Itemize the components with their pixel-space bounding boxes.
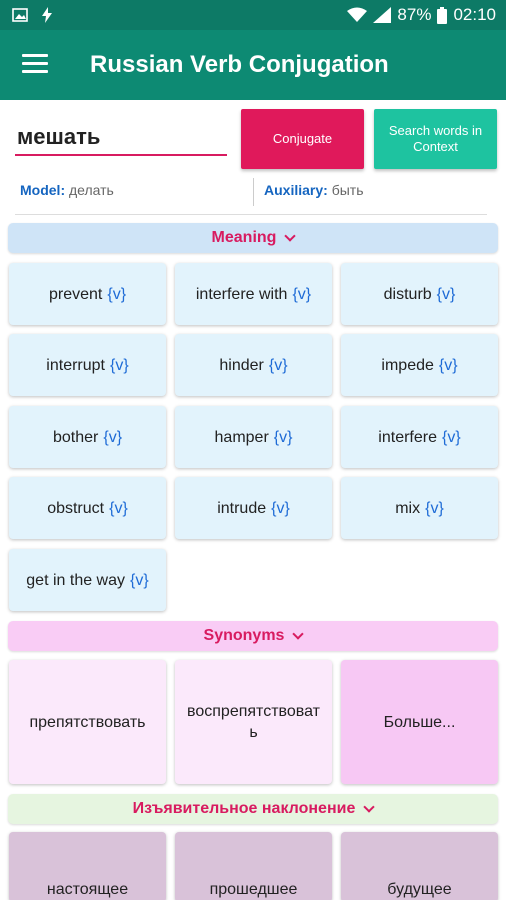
app-title: Russian Verb Conjugation bbox=[90, 51, 389, 78]
clock: 02:10 bbox=[453, 5, 496, 24]
meaning-item[interactable]: prevent {v} bbox=[9, 263, 166, 325]
meaning-item[interactable]: impede {v} bbox=[341, 334, 498, 396]
model-label: Model: bbox=[20, 182, 66, 198]
verb-tag: {v} bbox=[271, 499, 290, 517]
meaning-word: intrude bbox=[217, 499, 267, 517]
tense-label: прошедшее bbox=[209, 881, 298, 898]
indicative-section-header[interactable]: Изъявительное наклонение bbox=[8, 794, 498, 824]
meaning-item[interactable]: hinder {v} bbox=[175, 334, 332, 396]
indicative-header-label: Изъявительное наклонение bbox=[132, 800, 356, 817]
image-notification-icon bbox=[12, 8, 28, 22]
synonym-item[interactable]: препятствовать bbox=[9, 660, 166, 784]
notification-icons bbox=[12, 7, 52, 23]
meaning-word: hinder bbox=[219, 356, 264, 374]
meaning-item[interactable]: interfere {v} bbox=[341, 406, 498, 468]
verb-tag: {v} bbox=[273, 428, 293, 446]
verb-tag: {v} bbox=[110, 356, 129, 374]
auxiliary-value: быть bbox=[331, 182, 364, 198]
verb-tag: {v} bbox=[436, 285, 456, 303]
meaning-item[interactable]: hamper {v} bbox=[175, 406, 332, 468]
wifi-icon bbox=[347, 7, 368, 22]
signal-icon bbox=[373, 7, 392, 23]
meaning-word: interfere with bbox=[195, 285, 288, 303]
verb-tag: {v} bbox=[107, 285, 127, 303]
synonyms-header-label: Synonyms bbox=[203, 627, 285, 644]
verb-tag: {v} bbox=[438, 356, 458, 374]
verb-tag: {v} bbox=[442, 428, 461, 446]
auxiliary-label: Auxiliary: bbox=[264, 182, 328, 198]
chevron-down-icon bbox=[284, 229, 297, 242]
model-value: делать bbox=[69, 182, 114, 198]
meaning-item[interactable]: disturb {v} bbox=[341, 263, 498, 325]
synonym-word: воспрепятствовать bbox=[187, 703, 320, 741]
tense-label: настоящее bbox=[46, 881, 129, 898]
verb-tag: {v} bbox=[425, 499, 444, 517]
meaning-item[interactable]: get in the way {v} bbox=[9, 549, 166, 611]
meaning-word: interrupt bbox=[46, 356, 105, 374]
divider bbox=[15, 214, 487, 215]
verb-tag: {v} bbox=[109, 499, 128, 517]
chevron-down-icon bbox=[292, 627, 305, 640]
verb-tag: {v} bbox=[130, 571, 149, 589]
meaning-word: impede bbox=[381, 356, 434, 374]
meaning-word: prevent bbox=[48, 285, 103, 303]
meaning-item[interactable]: interfere with {v} bbox=[175, 263, 332, 325]
tense-label: будущее bbox=[387, 881, 452, 898]
system-status: 87% 02:10 bbox=[347, 5, 496, 25]
auxiliary-info: Auxiliary: быть bbox=[264, 182, 364, 198]
app-bar: Russian Verb Conjugation bbox=[0, 30, 506, 100]
meaning-word: disturb bbox=[383, 285, 432, 303]
meaning-word: bother bbox=[52, 428, 99, 446]
meaning-item[interactable]: interrupt {v} bbox=[9, 334, 166, 396]
info-divider bbox=[253, 178, 254, 206]
meaning-section-header[interactable]: Meaning bbox=[8, 223, 498, 253]
meaning-word: interfere bbox=[378, 428, 437, 446]
more-synonyms-button[interactable]: Больше... bbox=[341, 660, 498, 784]
hamburger-menu-icon[interactable] bbox=[22, 54, 48, 74]
battery-icon bbox=[437, 6, 448, 24]
meaning-item[interactable]: bother {v} bbox=[9, 406, 166, 468]
model-info: Model: делать bbox=[20, 182, 114, 198]
verb-tag: {v} bbox=[268, 356, 288, 374]
meaning-header-label: Meaning bbox=[211, 229, 277, 246]
tense-card-present[interactable]: настоящее bbox=[9, 832, 166, 900]
meaning-item[interactable]: intrude {v} bbox=[175, 477, 332, 539]
meaning-word: mix bbox=[395, 499, 421, 517]
battery-percent: 87% bbox=[397, 5, 432, 24]
flash-icon bbox=[42, 7, 52, 23]
status-bar: 87% 02:10 bbox=[0, 0, 506, 30]
tense-card-future[interactable]: будущее bbox=[341, 832, 498, 900]
meaning-item[interactable]: obstruct {v} bbox=[9, 477, 166, 539]
verb-input[interactable] bbox=[15, 120, 227, 156]
chevron-down-icon bbox=[363, 800, 376, 813]
conjugate-button[interactable]: Conjugate bbox=[241, 109, 364, 169]
tense-card-past[interactable]: прошедшее bbox=[175, 832, 332, 900]
verb-tag: {v} bbox=[103, 428, 123, 446]
meaning-word: obstruct bbox=[47, 499, 105, 517]
meaning-item[interactable]: mix {v} bbox=[341, 477, 498, 539]
more-synonyms-label: Больше... bbox=[383, 713, 456, 731]
verb-tag: {v} bbox=[292, 285, 312, 303]
meaning-word: hamper bbox=[214, 428, 269, 446]
synonym-item[interactable]: воспрепятствовать bbox=[175, 660, 332, 784]
search-in-context-button[interactable]: Search words in Context bbox=[374, 109, 497, 169]
synonyms-section-header[interactable]: Synonyms bbox=[8, 621, 498, 651]
meaning-word: get in the way bbox=[26, 571, 126, 589]
synonym-word: препятствовать bbox=[29, 713, 146, 731]
